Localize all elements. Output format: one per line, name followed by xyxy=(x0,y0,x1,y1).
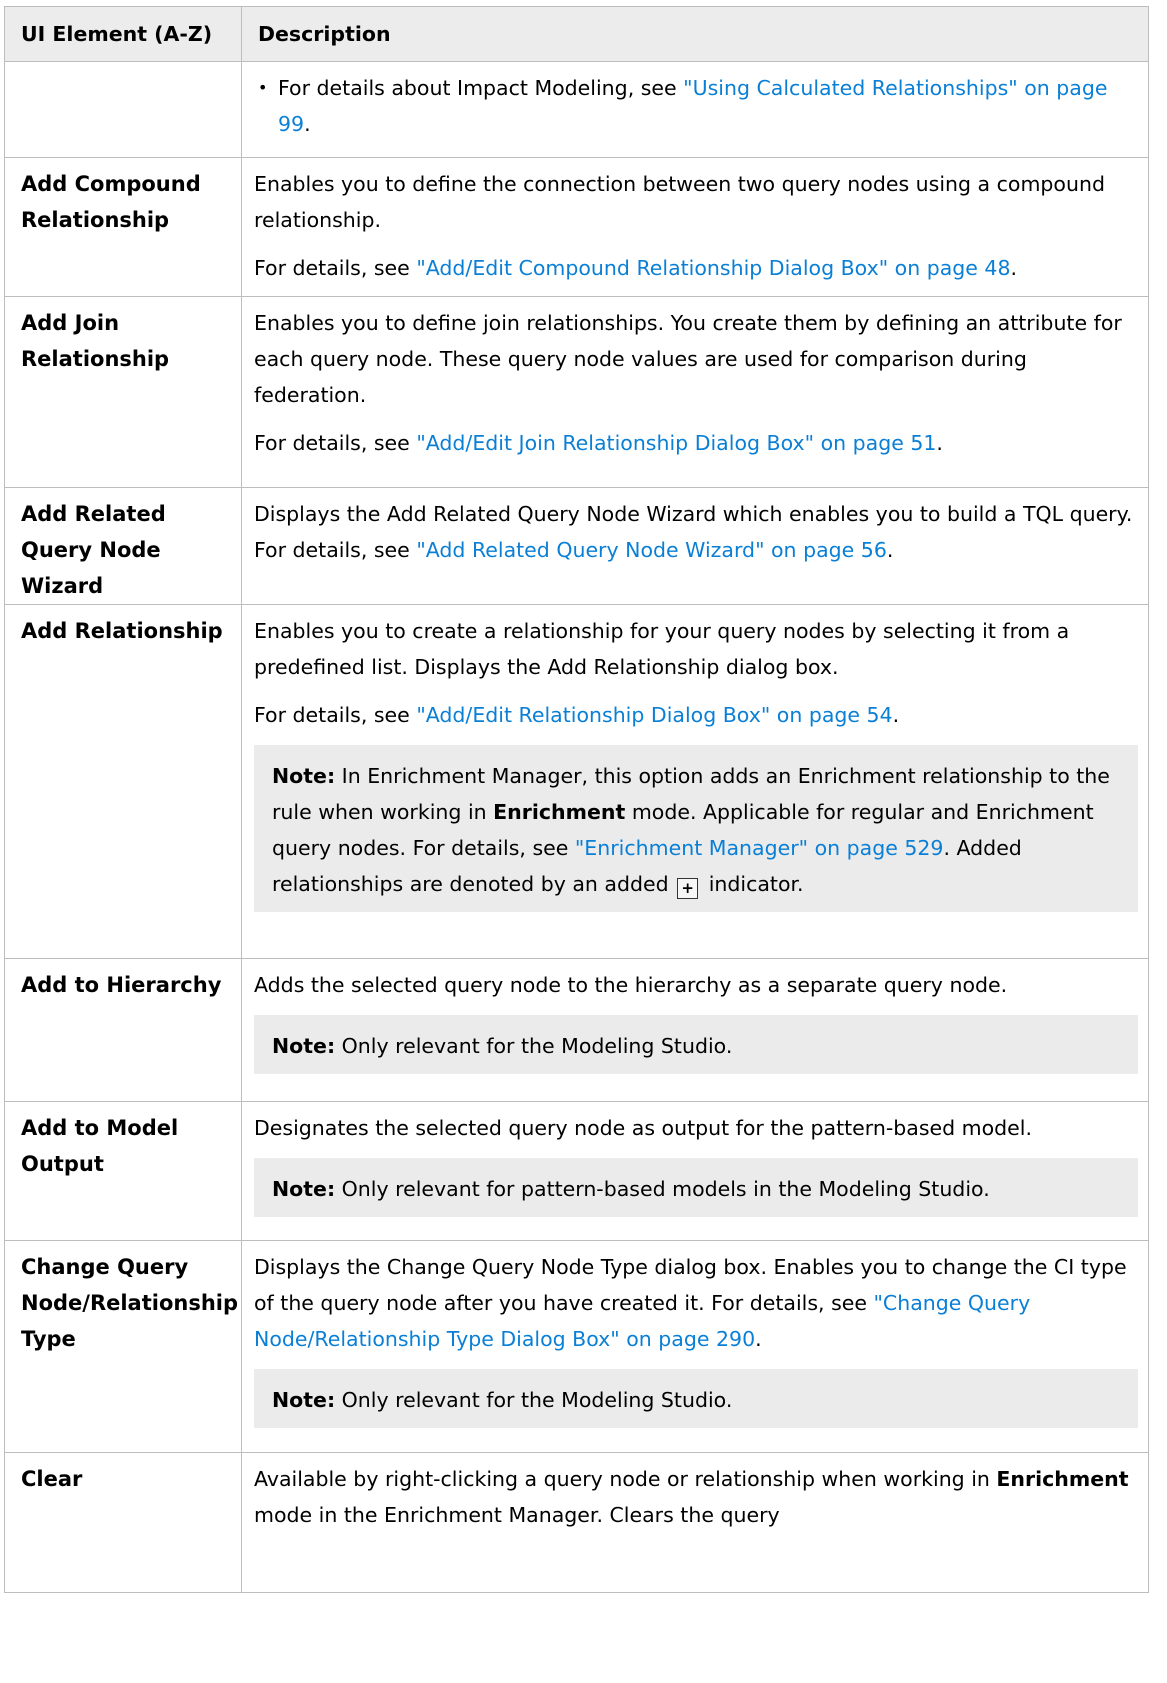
punctuation: . xyxy=(1010,256,1018,280)
description-cell: Available by right-clicking a query node… xyxy=(241,1452,1149,1593)
column-header-ui-element: UI Element (A-Z) xyxy=(4,6,242,62)
link-relationship-dialog[interactable]: "Add/Edit Relationship Dialog Box" on pa… xyxy=(416,703,892,727)
ui-element-name: Add Relationship xyxy=(4,604,242,959)
table-row: Add Join Relationship Enables you to def… xyxy=(4,296,1149,488)
note-bold-text: Enrichment xyxy=(493,800,626,824)
table-row: For details about Impact Modeling, see "… xyxy=(4,61,1149,158)
note-text: indicator. xyxy=(702,872,804,896)
note-box: Note: In Enrichment Manager, this option… xyxy=(254,745,1138,912)
bullet-text: For details about Impact Modeling, see xyxy=(278,76,684,100)
ui-element-name: Add Related Query Node Wizard xyxy=(4,487,242,605)
column-header-description: Description xyxy=(241,6,1149,62)
description-paragraph: Available by right-clicking a query node… xyxy=(254,1461,1138,1533)
description-paragraph: Displays the Add Related Query Node Wiza… xyxy=(254,496,1138,568)
note-text: Only relevant for the Modeling Studio. xyxy=(335,1034,733,1058)
link-join-relationship-dialog[interactable]: "Add/Edit Join Relationship Dialog Box" … xyxy=(416,431,936,455)
punctuation: . xyxy=(886,538,894,562)
description-cell: Enables you to define the connection bet… xyxy=(241,157,1149,297)
list-item: For details about Impact Modeling, see "… xyxy=(258,70,1138,142)
ui-element-name: Add to Hierarchy xyxy=(4,958,242,1102)
description-text: Enables you to create a relationship for… xyxy=(254,619,1070,679)
link-compound-relationship-dialog[interactable]: "Add/Edit Compound Relationship Dialog B… xyxy=(416,256,1010,280)
description-text: Available by right-clicking a query node… xyxy=(254,1467,997,1491)
note-label: Note: xyxy=(272,1177,336,1201)
link-related-query-node-wizard[interactable]: "Add Related Query Node Wizard" on page … xyxy=(416,538,887,562)
details-paragraph: For details, see "Add/Edit Join Relation… xyxy=(254,425,1138,461)
bullet-list: For details about Impact Modeling, see "… xyxy=(254,70,1138,142)
table-row: Add Compound Relationship Enables you to… xyxy=(4,157,1149,297)
description-cell: Displays the Change Query Node Type dial… xyxy=(241,1240,1149,1453)
description-text: mode in the Enrichment Manager. Clears t… xyxy=(254,1503,780,1527)
description-text: Adds the selected query node to the hier… xyxy=(254,973,1008,997)
note-label: Note: xyxy=(272,1388,336,1412)
note-label: Note: xyxy=(272,1034,336,1058)
details-paragraph: For details, see "Add/Edit Compound Rela… xyxy=(254,250,1138,286)
description-cell: Displays the Add Related Query Node Wiza… xyxy=(241,487,1149,605)
ui-element-name: Add Join Relationship xyxy=(4,296,242,488)
ui-element-name: Clear xyxy=(4,1452,242,1593)
ui-elements-table: UI Element (A-Z) Description For details… xyxy=(4,6,1149,1593)
ui-element-cell xyxy=(4,61,242,158)
punctuation: . xyxy=(755,1327,762,1351)
table-header-row: UI Element (A-Z) Description xyxy=(4,6,1149,62)
description-text: Enables you to define join relationships… xyxy=(254,311,1122,407)
punctuation: . xyxy=(892,703,900,727)
description-text: Enables you to define the connection bet… xyxy=(254,172,1105,232)
note-text: Only relevant for pattern-based models i… xyxy=(335,1177,990,1201)
table-row: Clear Available by right-clicking a quer… xyxy=(4,1452,1149,1593)
table-row: Change Query Node/Relationship Type Disp… xyxy=(4,1240,1149,1453)
details-paragraph: For details, see "Add/Edit Relationship … xyxy=(254,697,1138,733)
note-box: Note: Only relevant for the Modeling Stu… xyxy=(254,1369,1138,1428)
table-row: Add Relationship Enables you to create a… xyxy=(4,604,1149,959)
link-enrichment-manager[interactable]: "Enrichment Manager" on page 529 xyxy=(575,836,944,860)
description-cell: For details about Impact Modeling, see "… xyxy=(241,61,1149,158)
note-box: Note: Only relevant for pattern-based mo… xyxy=(254,1158,1138,1217)
note-box: Note: Only relevant for the Modeling Stu… xyxy=(254,1015,1138,1074)
table-row: Add to Model Output Designates the selec… xyxy=(4,1101,1149,1241)
plus-box-icon: + xyxy=(677,878,699,899)
description-cell: Adds the selected query node to the hier… xyxy=(241,958,1149,1102)
ui-element-name: Change Query Node/Relationship Type xyxy=(4,1240,242,1453)
note-label: Note: xyxy=(272,764,336,788)
bold-text: Enrichment xyxy=(996,1467,1129,1491)
details-text: For details, see xyxy=(254,256,417,280)
description-cell: Enables you to create a relationship for… xyxy=(241,604,1149,959)
ui-element-name: Add to Model Output xyxy=(4,1101,242,1241)
description-text: Designates the selected query node as ou… xyxy=(254,1116,1032,1140)
details-text: For details, see xyxy=(254,431,417,455)
description-cell: Enables you to define join relationships… xyxy=(241,296,1149,488)
note-text: Only relevant for the Modeling Studio. xyxy=(335,1388,733,1412)
table-row: Add to Hierarchy Adds the selected query… xyxy=(4,958,1149,1102)
description-cell: Designates the selected query node as ou… xyxy=(241,1101,1149,1241)
details-text: For details, see xyxy=(254,703,417,727)
ui-element-name: Add Compound Relationship xyxy=(4,157,242,297)
description-paragraph: Displays the Change Query Node Type dial… xyxy=(254,1249,1138,1357)
table-row: Add Related Query Node Wizard Displays t… xyxy=(4,487,1149,605)
punctuation: . xyxy=(304,112,311,136)
punctuation: . xyxy=(936,431,943,455)
